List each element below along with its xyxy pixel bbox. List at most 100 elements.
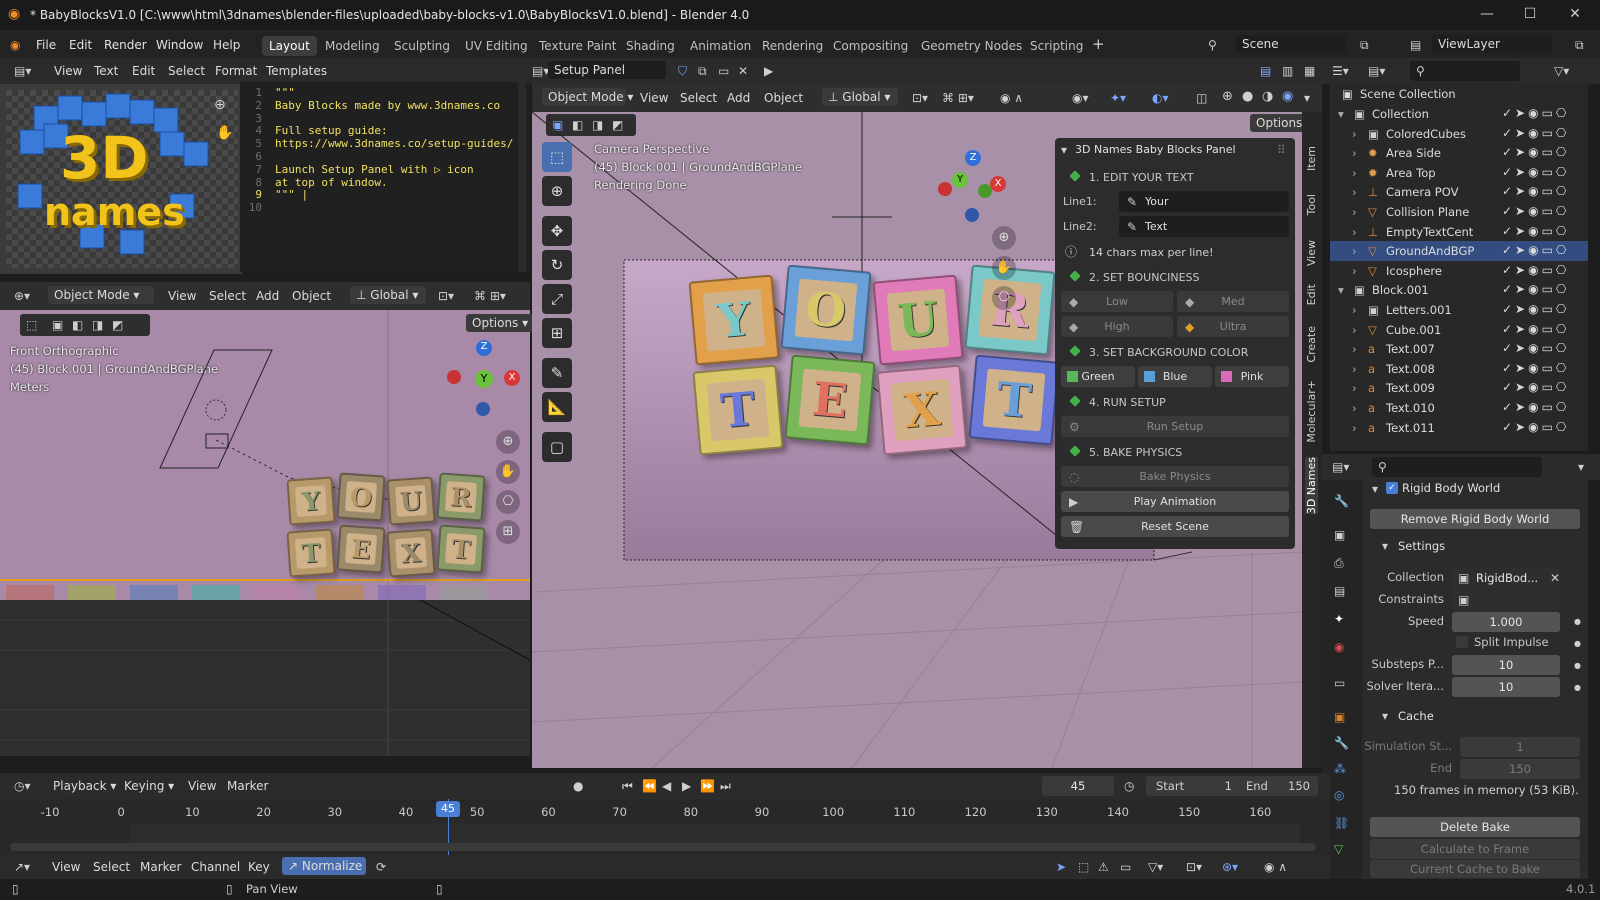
rotate-tool-icon[interactable]: ↻	[542, 250, 572, 280]
rbw-collapse-icon[interactable]: ▾	[1372, 482, 1378, 496]
speed-keyframe-icon[interactable]: ●	[1574, 615, 1581, 629]
ghost-icon[interactable]: ▭	[1120, 860, 1131, 874]
outliner-row[interactable]: › a Text.010 ✓➤◉▭⎔	[1330, 398, 1588, 418]
properties-type-icon[interactable]: ▤▾	[1332, 460, 1349, 474]
outliner-row[interactable]: › ▽ Icosphere ✓➤◉▭⎔	[1330, 261, 1588, 281]
expand-arrow-icon[interactable]: ›	[1352, 244, 1357, 258]
front-menu-add[interactable]: Add	[256, 289, 279, 303]
text-menu-view[interactable]: View	[54, 64, 82, 78]
main-gizmo-neg-x-icon[interactable]	[938, 182, 952, 196]
unlink-icon[interactable]: ✕	[738, 64, 748, 78]
timeline-area[interactable]: -10 0 10 20 30 40 50 60 70 80 90 100 110 120 130 140 150…	[0, 799, 1330, 855]
editor-type-icon[interactable]: ▤▾	[14, 64, 31, 78]
graph-filter-icon[interactable]: ▽▾	[1148, 860, 1163, 874]
snap-icon[interactable]: ⌘ ⊞▾	[474, 289, 506, 303]
rbw-checkbox[interactable]: ✓	[1386, 482, 1398, 494]
outliner-row[interactable]: › a Text.008 ✓➤◉▭⎔	[1330, 359, 1588, 379]
tab-texture-paint[interactable]: Texture Paint	[532, 36, 623, 56]
split-keyframe-icon[interactable]: ●	[1574, 637, 1581, 651]
transform-tool-icon[interactable]: ⊞	[542, 318, 572, 348]
outliner-type-icon[interactable]: ☰▾	[1332, 64, 1349, 78]
reset-scene-button[interactable]: Reset Scene	[1061, 516, 1289, 537]
minimize-button[interactable]: —	[1472, 6, 1502, 22]
expand-arrow-icon[interactable]: ▾	[1338, 283, 1344, 297]
viewlayer-selector[interactable]: ViewLayer	[1432, 35, 1552, 53]
play-forward-icon[interactable]: ▶	[682, 779, 691, 793]
outliner-row[interactable]: › ▽ Cube.001 ✓➤◉▭⎔	[1330, 320, 1588, 340]
shading-wire-icon[interactable]: ⊕	[1222, 90, 1233, 104]
visibility-toggles-icon[interactable]: ✓➤◉▭⎔	[1502, 282, 1569, 296]
visibility-toggles-icon[interactable]: ✓➤◉▭⎔	[1502, 184, 1569, 198]
main-gizmo-neg-y-icon[interactable]	[978, 184, 992, 198]
visibility-toggles-icon[interactable]: ✓➤◉▭⎔	[1502, 400, 1569, 414]
expand-arrow-icon[interactable]: ›	[1352, 303, 1357, 317]
properties-search-input[interactable]	[1372, 457, 1542, 477]
collection-props-icon[interactable]: ▭	[1334, 676, 1345, 690]
main-menu-view[interactable]: View	[640, 91, 668, 105]
blender-menu-icon[interactable]: ◉	[10, 38, 20, 52]
add-workspace-icon[interactable]: +	[1092, 37, 1105, 52]
folder-icon[interactable]: ▭	[718, 64, 729, 78]
outliner-row[interactable]: › a Text.007 ✓➤◉▭⎔	[1330, 339, 1588, 359]
outliner-root[interactable]: ▣ Scene Collection	[1330, 84, 1588, 104]
collection-clear-icon[interactable]: ✕	[1550, 571, 1560, 585]
visibility-toggles-icon[interactable]: ✓➤◉▭⎔	[1502, 361, 1569, 375]
expand-arrow-icon[interactable]: ›	[1352, 166, 1357, 180]
visibility-toggles-icon[interactable]: ✓➤◉▭⎔	[1502, 302, 1569, 316]
expand-arrow-icon[interactable]: ›	[1352, 205, 1357, 219]
tab-compositing[interactable]: Compositing	[826, 36, 915, 56]
front-grid-icon[interactable]: ⊞	[496, 520, 520, 544]
graph-menu-key[interactable]: Key	[248, 860, 270, 874]
bake-physics-button[interactable]: Bake Physics	[1061, 466, 1289, 487]
expand-arrow-icon[interactable]: ›	[1352, 381, 1357, 395]
end-frame-field[interactable]: End 150	[1236, 776, 1318, 796]
main-gizmo-x-icon[interactable]: X	[990, 176, 1006, 192]
shading-material-icon[interactable]: ◑	[1262, 90, 1273, 104]
expand-arrow-icon[interactable]: ›	[1352, 342, 1357, 356]
errors-icon[interactable]: ⚠	[1098, 860, 1109, 874]
outliner-row[interactable]: › ▣ ColoredCubes ✓➤◉▭⎔	[1330, 124, 1588, 144]
tab-create[interactable]: Create	[1305, 326, 1318, 363]
outliner-row[interactable]: › a Text.011 ✓➤◉▭⎔	[1330, 418, 1588, 438]
menu-window[interactable]: Window	[156, 38, 203, 52]
tab-sculpting[interactable]: Sculpting	[387, 36, 457, 56]
front-menu-select[interactable]: Select	[209, 289, 246, 303]
shading-rendered-icon[interactable]: ◉	[1282, 90, 1293, 104]
front-mode-selector[interactable]: Object Mode ▾	[48, 286, 154, 304]
text-menu-edit[interactable]: Edit	[132, 64, 155, 78]
visibility-toggles-icon[interactable]: ✓➤◉▭⎔	[1502, 165, 1569, 179]
tab-modeling[interactable]: Modeling	[318, 36, 387, 56]
display-mode-icon[interactable]: ▤▾	[1368, 64, 1385, 78]
particles-props-icon[interactable]: ⁂	[1334, 762, 1346, 776]
scale-tool-icon[interactable]: ⤢	[542, 284, 572, 314]
front-menu-object[interactable]: Object	[292, 289, 331, 303]
run-script-icon[interactable]: ▶	[764, 64, 773, 78]
object-props-icon[interactable]: ▣	[1334, 710, 1345, 724]
visibility-toggles-icon[interactable]: ✓➤◉▭⎔	[1502, 243, 1569, 257]
remove-rbw-button[interactable]: Remove Rigid Body World	[1370, 509, 1580, 529]
normalize-toggle[interactable]: ↗ Normalize	[282, 857, 366, 875]
expand-arrow-icon[interactable]: ›	[1352, 323, 1357, 337]
panel-collapse-icon[interactable]: ▾	[1061, 143, 1067, 157]
syntax-icon[interactable]: ▦	[1304, 64, 1315, 78]
solver-field[interactable]: 10	[1452, 677, 1560, 697]
expand-arrow-icon[interactable]: ›	[1352, 127, 1357, 141]
expand-arrow-icon[interactable]: ›	[1352, 185, 1357, 199]
expand-arrow-icon[interactable]: ›	[1352, 362, 1357, 376]
playhead-frame-badge[interactable]: 45	[436, 801, 460, 817]
tab-3d-names[interactable]: 3D Names	[1305, 457, 1318, 515]
gizmo-z-icon[interactable]: Z	[476, 340, 492, 356]
front-orientation-selector[interactable]: ⊥ Global ▾	[350, 286, 426, 304]
expand-arrow-icon[interactable]: ›	[1352, 264, 1357, 278]
proportional-icon[interactable]: ◉ ∧	[1000, 91, 1023, 105]
solver-keyframe-icon[interactable]: ●	[1574, 681, 1581, 695]
text-menu-templates[interactable]: Templates	[266, 64, 327, 78]
expand-arrow-icon[interactable]: ›	[1352, 146, 1357, 160]
tab-scripting[interactable]: Scripting	[1023, 36, 1090, 56]
tab-edit[interactable]: Edit	[1305, 284, 1318, 305]
clock-icon[interactable]: ◷	[1124, 779, 1134, 793]
graph-menu-view[interactable]: View	[52, 860, 80, 874]
visibility-toggles-icon[interactable]: ✓➤◉▭⎔	[1502, 341, 1569, 355]
main-gizmo-z-icon[interactable]: Z	[965, 150, 981, 166]
main-orientation-selector[interactable]: ⊥ Global ▾	[822, 88, 898, 106]
